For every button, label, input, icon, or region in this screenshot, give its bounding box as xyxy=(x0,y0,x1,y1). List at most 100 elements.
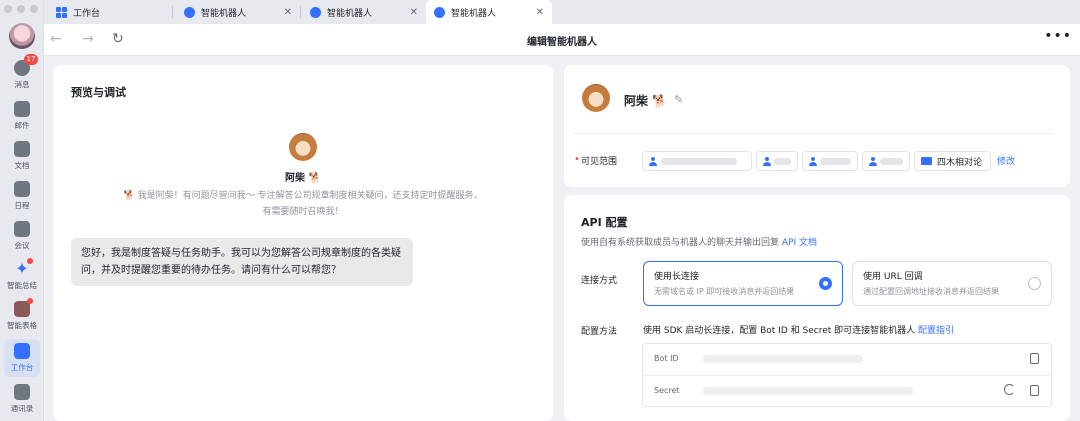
sidebar-item-smart-table[interactable]: 智能表格 xyxy=(0,298,44,331)
mail-icon xyxy=(14,101,30,117)
refresh-icon[interactable] xyxy=(1004,384,1015,395)
radio-selected[interactable] xyxy=(819,277,832,290)
preview-panel: 预览与调试 阿柴 🐕 🐕 我是阿柴！有问题尽管问我～ 专注解答公司规章制度相关疑… xyxy=(53,65,553,421)
tab-bot-2[interactable]: 智能机器人 ✕ xyxy=(302,0,426,24)
toolbar: ← → ↻ 编辑智能机器人 ••• xyxy=(44,24,1080,56)
sidebar-item-workspace[interactable]: 工作台 xyxy=(4,339,40,377)
close-icon[interactable]: ✕ xyxy=(284,7,292,18)
calendar-icon xyxy=(14,181,30,197)
tab-bar: 工作台 智能机器人 ✕ 智能机器人 ✕ 智能机器人 ✕ xyxy=(44,0,1080,24)
bot-intro-2: 有需要随时召唤我！ xyxy=(262,207,344,217)
option-title: 使用长连接 xyxy=(654,272,700,282)
config-guide-link[interactable]: 配置指引 xyxy=(918,326,954,336)
required-mark: • xyxy=(574,154,580,165)
config-method-label: 配置方法 xyxy=(581,327,618,337)
scope-label: 可见范围 xyxy=(581,157,618,167)
tab-bot-3[interactable]: 智能机器人 ✕ xyxy=(426,0,552,24)
tab-label: 智能机器人 xyxy=(201,8,247,19)
table-icon xyxy=(14,298,33,317)
page-title: 编辑智能机器人 xyxy=(527,37,597,48)
tab-label: 智能机器人 xyxy=(327,8,373,19)
notification-dot xyxy=(27,298,33,304)
group-chip[interactable]: 四木相对论 xyxy=(914,151,991,171)
sparkle-icon: ✦ xyxy=(14,258,33,277)
sidebar-item-messages[interactable]: 17 消息 xyxy=(0,54,44,90)
bot-intro: 🐕 我是阿柴！有问题尽管问我～ 专注解答公司规章制度相关疑问，还支持定时提醒服务… xyxy=(123,191,483,201)
sidebar-item-label: 日程 xyxy=(14,201,30,210)
tab-label: 智能机器人 xyxy=(451,8,497,19)
sidebar-item-docs[interactable]: 文档 xyxy=(0,141,44,171)
sidebar-item-mail[interactable]: 邮件 xyxy=(0,101,44,131)
bot-message[interactable]: 您好，我是制度答疑与任务助手。我可以为您解答公司规章制度的各类疑问，并及时提醒您… xyxy=(71,238,413,286)
bot-name: 阿柴 🐕 xyxy=(624,94,668,108)
sidebar-item-label: 会议 xyxy=(14,241,30,250)
modify-link[interactable]: 修改 xyxy=(997,154,1015,167)
member-chip[interactable] xyxy=(862,151,910,171)
member-chip[interactable] xyxy=(756,151,798,171)
workspace-icon xyxy=(14,343,30,359)
contacts-icon xyxy=(14,384,30,400)
api-doc-link[interactable]: API 文档 xyxy=(782,238,817,248)
person-icon xyxy=(763,156,771,166)
sidebar-item-meetings[interactable]: 会议 xyxy=(0,221,44,251)
bot-icon xyxy=(184,6,195,18)
person-icon xyxy=(809,156,818,166)
bot-name: 阿柴 🐕 xyxy=(285,173,321,184)
sidebar-item-ai-summary[interactable]: ✦ 智能总结 xyxy=(0,258,44,291)
person-icon xyxy=(869,156,878,166)
left-rail: 17 消息 邮件 文档 日程 会议 ✦ 智能总结 智能表格 工作台 通讯录 xyxy=(0,0,44,421)
group-chip-label: 四木相对论 xyxy=(937,157,983,168)
member-chip[interactable] xyxy=(802,151,858,171)
sidebar-item-label: 工作台 xyxy=(10,363,34,372)
option-desc: 无需域名或 IP 即可接收消息并返回结果 xyxy=(654,287,795,296)
sidebar-item-label: 智能总结 xyxy=(7,281,37,290)
window-controls[interactable] xyxy=(4,5,38,13)
config-desc-text: 使用 SDK 启动长连接，配置 Bot ID 和 Secret 即可连接智能机器… xyxy=(643,326,916,336)
tab-workspace[interactable]: 工作台 xyxy=(48,0,168,24)
credentials-box: Bot ID Secret xyxy=(642,343,1052,407)
secret-label: Secret xyxy=(654,386,680,395)
bot-info-panel: 阿柴 🐕 ✎ • 可见范围 四木相对论 修改 xyxy=(564,65,1070,187)
meeting-icon xyxy=(14,221,30,237)
sidebar-item-label: 邮件 xyxy=(14,121,30,130)
secret-row: Secret xyxy=(643,375,1051,406)
person-icon xyxy=(649,156,657,166)
unread-badge: 17 xyxy=(24,54,38,65)
bot-icon xyxy=(434,6,445,18)
sidebar-item-label: 通讯录 xyxy=(10,404,34,413)
doc-icon xyxy=(14,141,30,157)
copy-icon[interactable] xyxy=(1030,385,1039,396)
more-button[interactable]: ••• xyxy=(1044,28,1072,44)
member-chip[interactable] xyxy=(642,151,752,171)
bot-id-value xyxy=(703,355,863,363)
folder-icon xyxy=(921,157,932,165)
close-icon[interactable]: ✕ xyxy=(410,7,418,18)
sidebar-item-contacts[interactable]: 通讯录 xyxy=(0,384,44,414)
bot-id-row: Bot ID xyxy=(643,344,1051,375)
workspace-icon xyxy=(56,6,67,18)
bot-id-label: Bot ID xyxy=(654,354,679,363)
bot-avatar[interactable] xyxy=(582,84,610,112)
message-icon: 17 xyxy=(14,54,38,76)
url-callback-option[interactable]: 使用 URL 回调 通过配置回调地址接收消息并返回结果 xyxy=(852,261,1052,306)
tab-bot-1[interactable]: 智能机器人 ✕ xyxy=(176,0,300,24)
sidebar-item-label: 文档 xyxy=(14,161,30,170)
close-icon[interactable]: ✕ xyxy=(536,7,544,18)
connection-label: 连接方式 xyxy=(581,276,618,286)
api-description: 使用自有系统获取成员与机器人的聊天并输出回复 API 文档 xyxy=(581,235,817,248)
config-description: 使用 SDK 启动长连接，配置 Bot ID 和 Secret 即可连接智能机器… xyxy=(643,323,954,336)
bot-icon xyxy=(310,6,321,18)
api-desc-text: 使用自有系统获取成员与机器人的聊天并输出回复 xyxy=(581,238,780,248)
edit-icon[interactable]: ✎ xyxy=(674,93,683,106)
api-title: API 配置 xyxy=(581,216,628,229)
radio-unselected[interactable] xyxy=(1028,277,1041,290)
option-desc: 通过配置回调地址接收消息并返回结果 xyxy=(863,287,999,296)
sidebar-item-calendar[interactable]: 日程 xyxy=(0,181,44,211)
long-connection-option[interactable]: 使用长连接 无需域名或 IP 即可接收消息并返回结果 xyxy=(643,261,843,306)
copy-icon[interactable] xyxy=(1030,353,1039,364)
avatar[interactable] xyxy=(9,23,35,49)
secret-value xyxy=(703,387,913,395)
bot-avatar xyxy=(289,133,317,161)
notification-dot xyxy=(27,258,33,264)
sidebar-item-label: 智能表格 xyxy=(7,321,37,330)
